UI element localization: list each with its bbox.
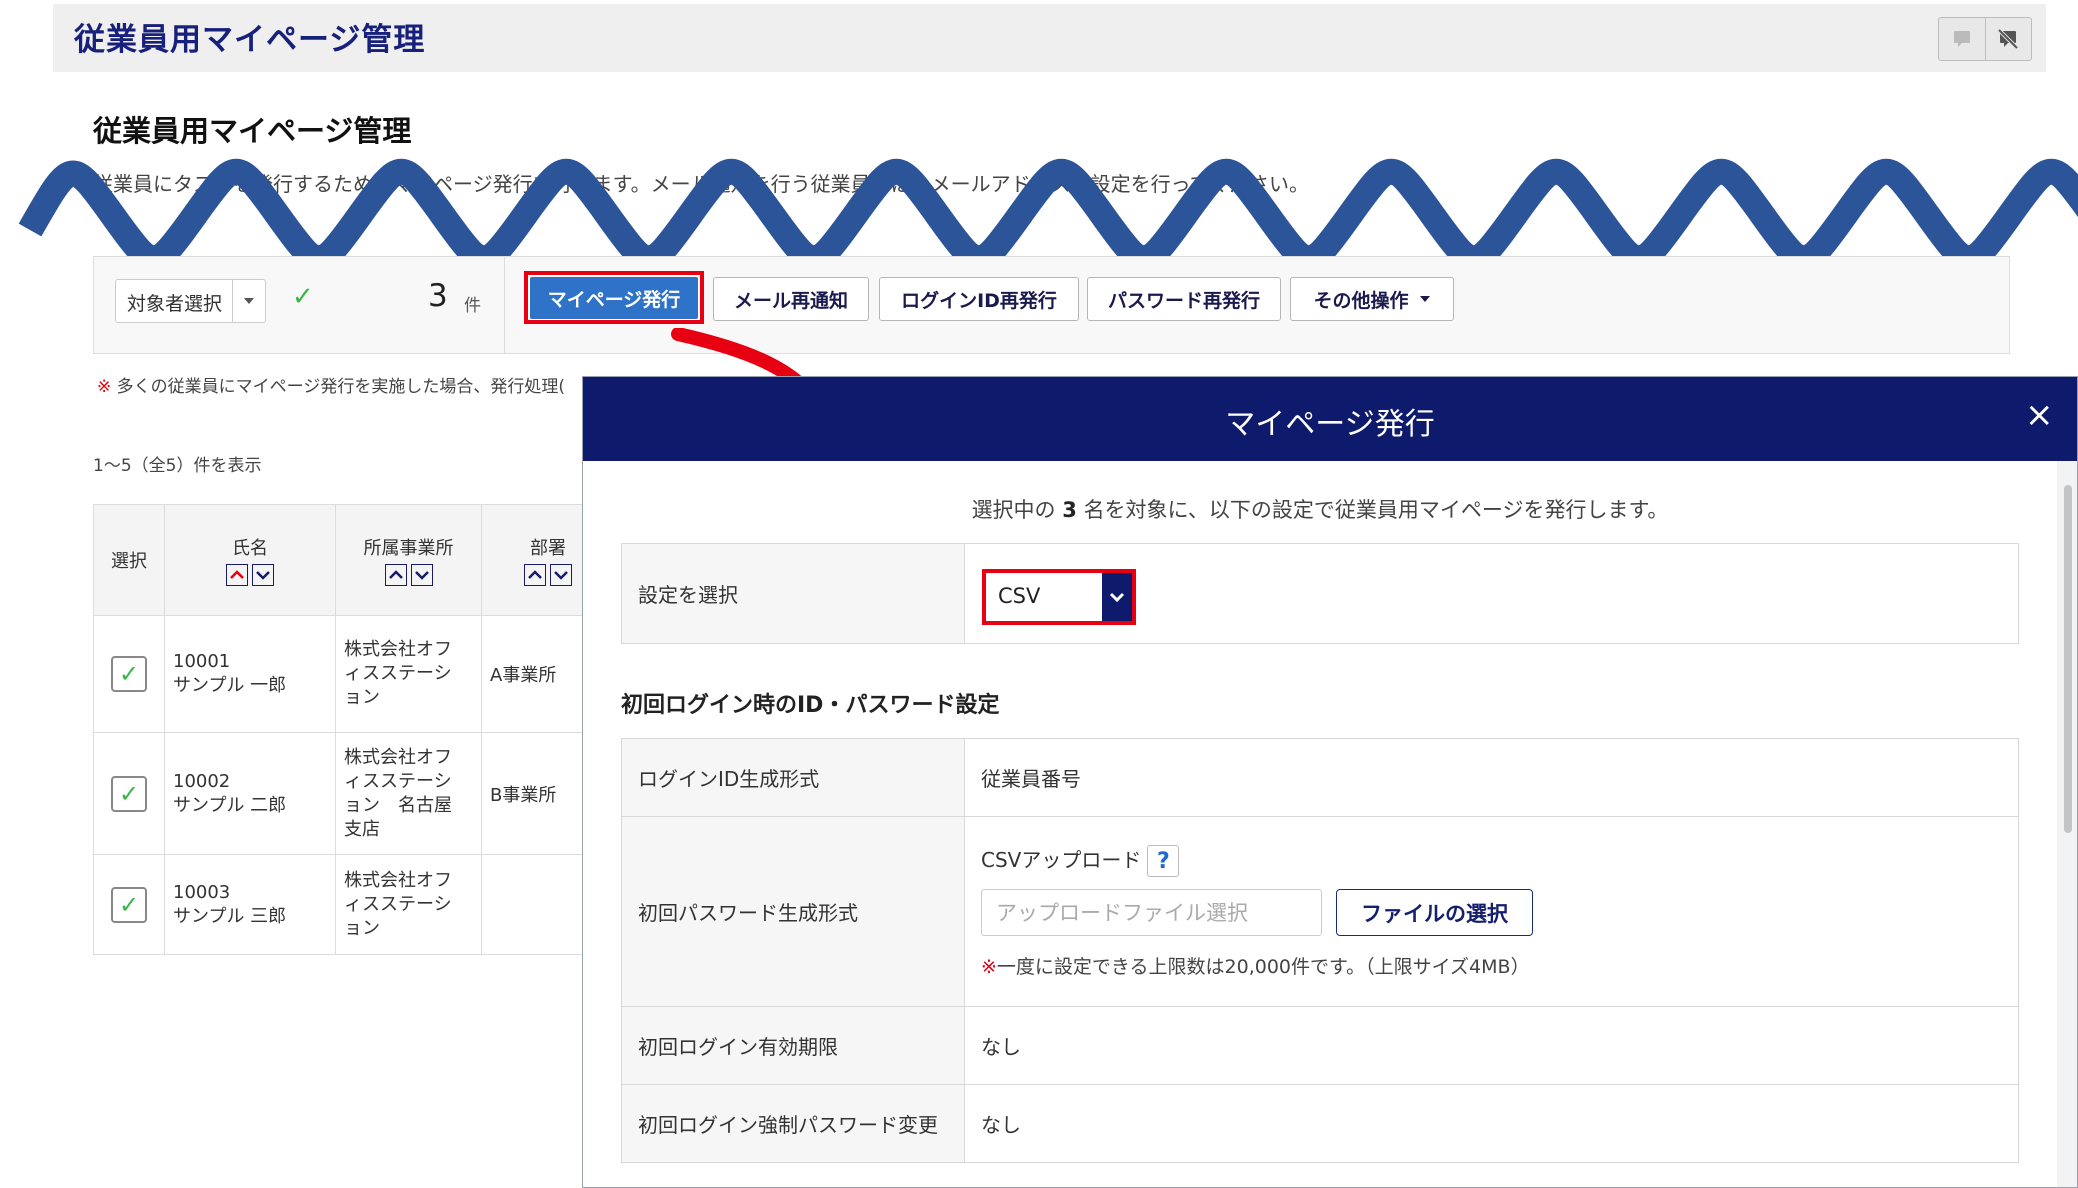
- upload-file-input[interactable]: アップロードファイル選択: [981, 889, 1322, 937]
- notice-text: ※ 多くの従業員にマイページ発行を実施した場合、発行処理(: [97, 372, 565, 397]
- initial-password-label: 初回パスワード生成形式: [621, 816, 965, 1007]
- scrollbar-thumb[interactable]: [2064, 485, 2072, 833]
- sort-asc-icon[interactable]: [226, 564, 248, 586]
- force-password-change-value: なし: [964, 1084, 2019, 1163]
- login-expiry-value: なし: [964, 1006, 2019, 1085]
- comment-hide-icon[interactable]: [1986, 18, 2032, 60]
- table-row[interactable]: ✓ 10003 サンプル 三郎 株式会社オフ ィスステーシ ョン: [93, 854, 615, 955]
- chevron-down-icon: [1102, 573, 1132, 621]
- login-settings-table: ログインID生成形式 従業員番号 初回パスワード生成形式 CSVアップロード? …: [621, 738, 2019, 1163]
- highlight-frame: CSV: [982, 569, 1136, 625]
- comment-icon[interactable]: [1939, 18, 1986, 60]
- page-title: 従業員用マイページ管理: [93, 114, 412, 148]
- table-row[interactable]: ✓ 10001 サンプル 一郎 株式会社オフ ィスステーシ ョン A事業所: [93, 615, 615, 733]
- setting-select-dropdown[interactable]: CSV: [982, 569, 1136, 625]
- help-icon[interactable]: ?: [1147, 845, 1180, 878]
- login-id-format-label: ログインID生成形式: [621, 738, 965, 817]
- reissue-login-id-button[interactable]: ログインID再発行: [879, 277, 1079, 321]
- table-row[interactable]: ✓ 10002 サンプル 二郎 株式会社オフ ィスステーシ ョン 名古屋 支店 B事業所: [93, 732, 615, 855]
- initial-password-cell: CSVアップロード? アップロードファイル選択 ファイルの選択 ※一度に設定できる…: [964, 816, 2019, 1007]
- close-icon[interactable]: ×: [2025, 395, 2054, 435]
- row-checkbox[interactable]: ✓: [111, 775, 147, 812]
- notice-body: 多くの従業員にマイページ発行を実施した場合、発行処理(: [116, 377, 565, 397]
- col-select-header: 選択: [93, 504, 165, 616]
- login-id-format-value: 従業員番号: [964, 738, 2019, 817]
- file-select-button[interactable]: ファイルの選択: [1336, 889, 1533, 937]
- other-operations-button[interactable]: その他操作: [1290, 277, 1454, 321]
- sort-asc-icon[interactable]: [524, 564, 546, 586]
- list-range: 1〜5（全5）件を表示: [93, 456, 262, 476]
- notice-mark: ※: [97, 377, 112, 397]
- checkmark-icon: ✓: [292, 282, 314, 312]
- sort-desc-icon[interactable]: [550, 564, 572, 586]
- login-expiry-label: 初回ログイン有効期限: [621, 1006, 965, 1085]
- modal-title: マイページ発行: [1225, 407, 1435, 442]
- resend-mail-button[interactable]: メール再通知: [713, 277, 869, 321]
- force-password-change-label: 初回ログイン強制パスワード変更: [621, 1084, 965, 1163]
- issue-mypage-button[interactable]: マイページ発行: [530, 277, 698, 319]
- other-operations-label: その他操作: [1313, 289, 1409, 312]
- row-checkbox[interactable]: ✓: [111, 886, 147, 923]
- count-unit: 件: [464, 296, 481, 316]
- toolbar-divider: [504, 257, 505, 353]
- caret-down-icon: [1419, 296, 1430, 302]
- modal-intro: 選択中の 3 名を対象に、以下の設定で従業員用マイページを発行します。: [971, 498, 1669, 522]
- setting-select-label: 設定を選択: [621, 543, 965, 644]
- sort-desc-icon[interactable]: [252, 564, 274, 586]
- sort-asc-icon[interactable]: [384, 564, 407, 586]
- upload-limit-note: ※一度に設定できる上限数は20,000件です。（上限サイズ4MB）: [981, 956, 1530, 979]
- row-checkbox[interactable]: ✓: [111, 656, 147, 692]
- header-icon-group: [1938, 17, 2032, 61]
- target-select-dropdown[interactable]: 対象者選択: [115, 279, 266, 323]
- issue-mypage-modal: マイページ発行 × 選択中の 3 名を対象に、以下の設定で従業員用マイページを発…: [582, 376, 2078, 1188]
- csv-upload-label: CSVアップロード: [981, 847, 1142, 872]
- section-title: 初回ログイン時のID・パスワード設定: [621, 693, 1000, 718]
- sort-desc-icon[interactable]: [410, 564, 433, 586]
- reissue-password-button[interactable]: パスワード再発行: [1087, 277, 1281, 321]
- col-name-header: 氏名: [164, 504, 336, 616]
- selected-count: 3: [428, 278, 448, 314]
- col-office-header: 所属事業所: [335, 504, 482, 616]
- target-select-label: 対象者選択: [127, 293, 223, 315]
- caret-down-icon: [232, 280, 265, 322]
- setting-select-value: CSV: [998, 584, 1041, 608]
- setting-table: 設定を選択: [621, 543, 2019, 644]
- header-title: 従業員用マイページ管理: [74, 22, 426, 58]
- employee-table: 選択 氏名 所属事業所 部署 ✓ 10001 サンプル 一郎 株式会社オフ ィス…: [93, 504, 615, 955]
